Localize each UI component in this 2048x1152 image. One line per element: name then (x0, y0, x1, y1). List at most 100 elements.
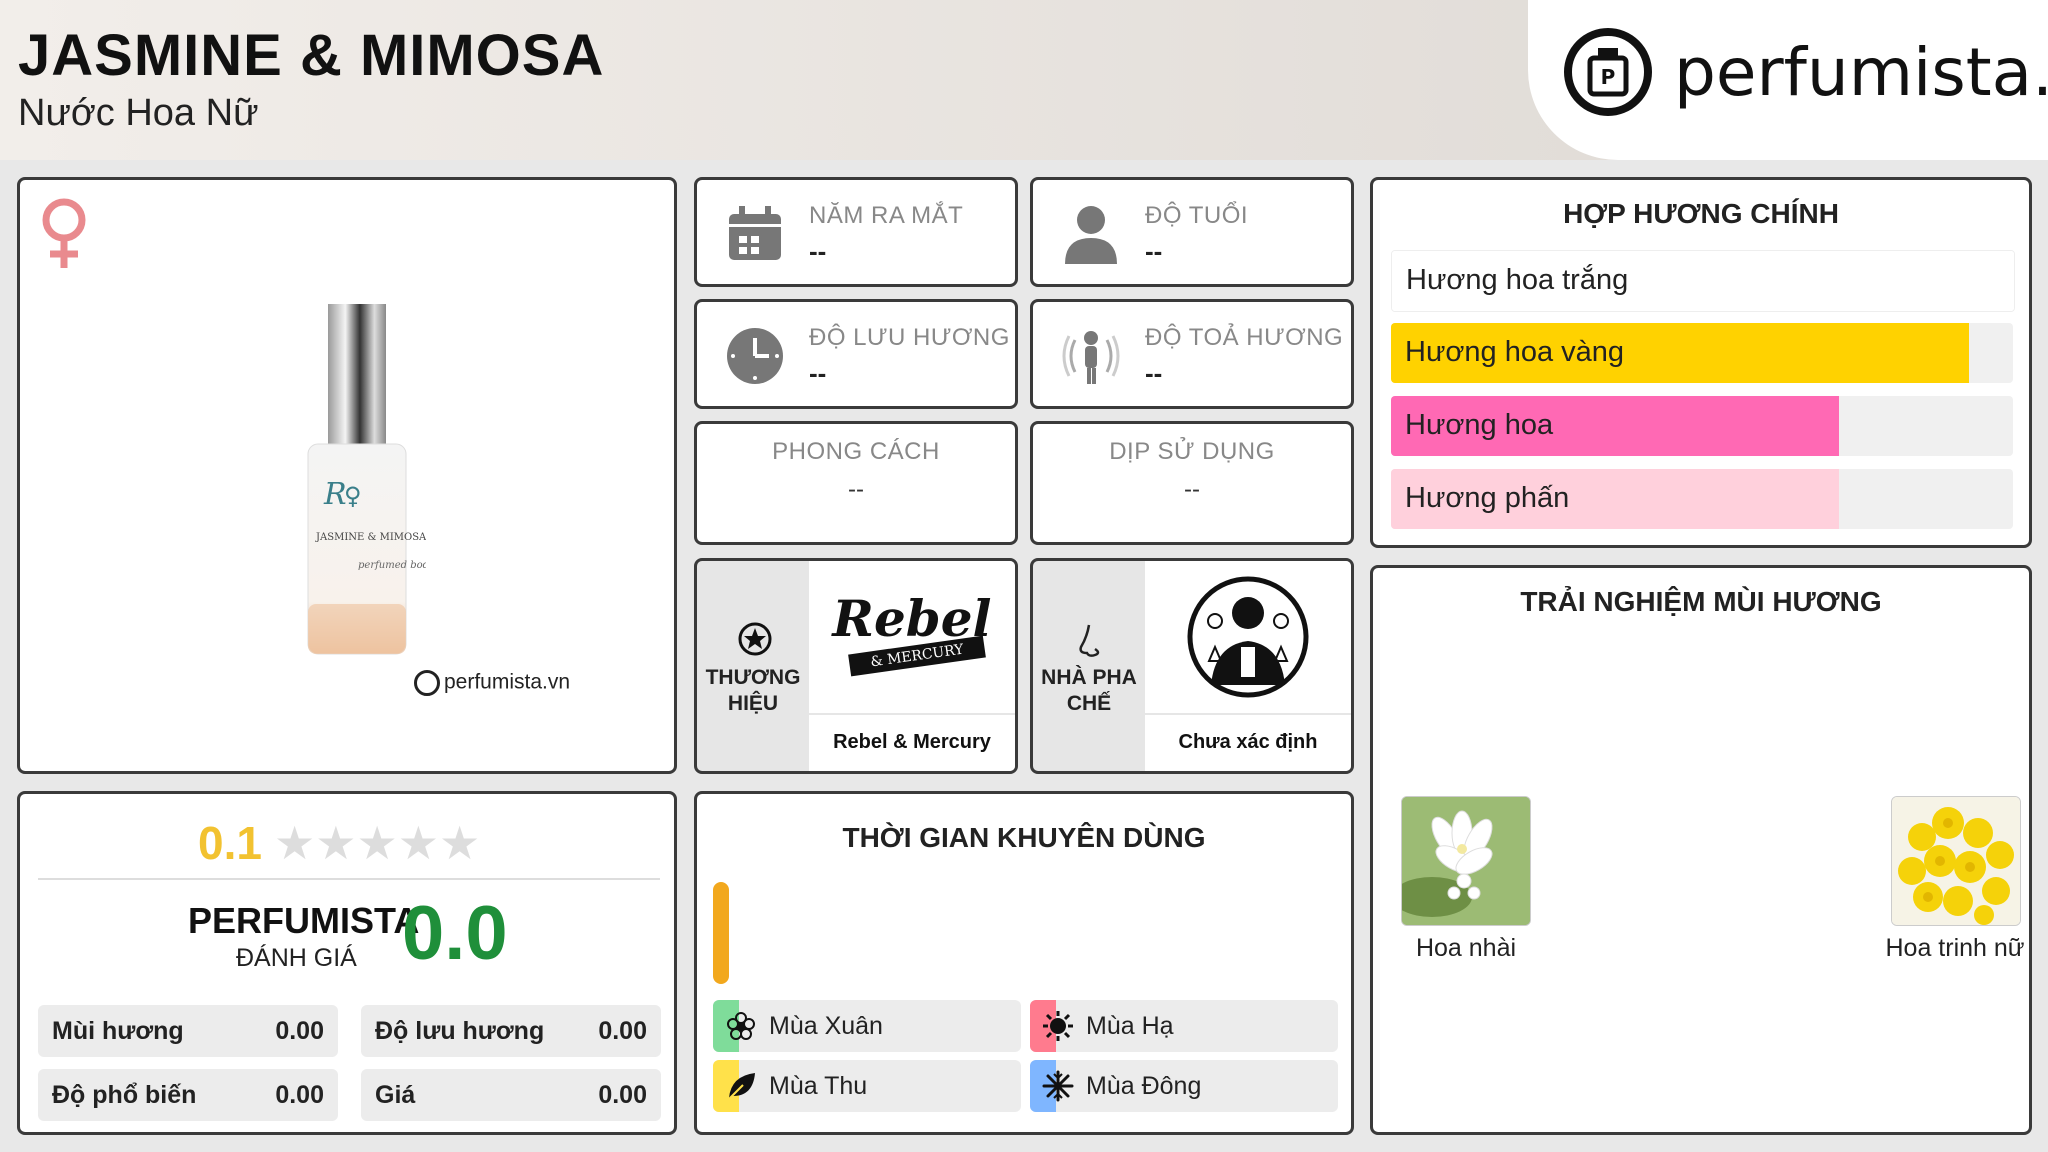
note-card-jasmine[interactable]: Hoa nhài (1401, 796, 1531, 963)
female-symbol-icon (34, 194, 94, 279)
page-header: JASMINE & MIMOSA Nước Hoa Nữ P perfumist… (0, 0, 2048, 160)
brand-name: Rebel & Mercury (809, 715, 1015, 771)
accord-row: Hương hoa trắng (1391, 250, 2015, 312)
rating-item-popularity: Độ phổ biến 0.00 (38, 1069, 338, 1121)
rating-item-price: Giá 0.00 (361, 1069, 661, 1121)
perfumista-label: PERFUMISTA (188, 900, 420, 941)
leaf-icon (725, 1070, 757, 1102)
season-label: Mùa Đông (1086, 1072, 1202, 1100)
radiating-person-icon (1059, 324, 1123, 393)
release-year-label: NĂM RA MẮT (809, 202, 964, 229)
longevity-card: ĐỘ LƯU HƯƠNG -- (694, 299, 1018, 409)
age-card: ĐỘ TUỔI -- (1030, 177, 1354, 287)
age-label: ĐỘ TUỔI (1145, 202, 1249, 229)
accord-label: Hương hoa trắng (1406, 264, 1629, 296)
perfume-subtitle: Nước Hoa Nữ (18, 92, 259, 134)
occasion-card: DỊP SỬ DỤNG -- (1030, 421, 1354, 545)
brand-logo-script: Rebel (832, 589, 992, 648)
rating-item-label: Mùi hương (52, 1017, 184, 1045)
perfumer-label-line1: NHÀ PHA (1041, 666, 1137, 689)
sillage-label: ĐỘ TOẢ HƯƠNG (1145, 324, 1344, 351)
season-winter: Mùa Đông (1030, 1060, 1338, 1112)
star-icon[interactable]: ★ (357, 820, 398, 866)
time-bar (713, 882, 729, 984)
accord-row: Hương phấn (1391, 469, 2013, 529)
brand-logo-image: Rebel & MERCURY (809, 561, 1015, 713)
scent-experience-card: TRẢI NGHIỆM MÙI HƯƠNG Hoa nhài Hoa trinh… (1370, 565, 2032, 1135)
star-rating[interactable]: ★★★★★ (274, 820, 480, 866)
star-icon[interactable]: ★ (398, 820, 439, 866)
season-label: Mùa Xuân (769, 1012, 883, 1040)
brand-label-line1: THƯƠNG (705, 666, 801, 689)
review-label: ĐÁNH GIÁ (236, 944, 357, 972)
flower-icon (725, 1010, 757, 1042)
season-label: Mùa Thu (769, 1072, 868, 1100)
perfumer-label-line2: CHẾ (1066, 692, 1112, 715)
release-year-card: NĂM RA MẮT -- (694, 177, 1018, 287)
perfume-title: JASMINE & MIMOSA (18, 23, 605, 88)
season-spring: Mùa Xuân (713, 1000, 1021, 1052)
season-label: Mùa Hạ (1086, 1012, 1174, 1040)
sillage-card: ĐỘ TOẢ HƯƠNG -- (1030, 299, 1354, 409)
release-year-value: -- (809, 236, 827, 266)
rating-card: 0.1 ★★★★★ PERFUMISTA ĐÁNH GIÁ 0.0 Mùi hư… (17, 791, 677, 1135)
bottle-label: JASMINE & MIMOSA (315, 532, 426, 543)
rating-item-value: 0.00 (275, 1081, 324, 1109)
sun-icon (1042, 1010, 1074, 1042)
clock-icon (725, 326, 785, 391)
rating-item-label: Giá (375, 1081, 416, 1109)
note-label: Hoa nhài (1415, 934, 1517, 962)
accord-label: Hương hoa (1405, 409, 1554, 441)
perfumista-score: 0.0 (402, 891, 508, 976)
note-card-mimosa[interactable]: Hoa trinh nữ (1885, 796, 2025, 963)
perfumer-card[interactable]: NHÀ PHA CHẾ Chưa xác định (1030, 558, 1354, 774)
longevity-label: ĐỘ LƯU HƯƠNG (809, 324, 1010, 351)
accord-label: Hương phấn (1405, 482, 1570, 514)
accord-label: Hương hoa vàng (1405, 336, 1625, 368)
nose-icon (1073, 621, 1109, 666)
svg-text:♀: ♀ (344, 482, 362, 510)
person-icon (1061, 202, 1121, 271)
star-icon[interactable]: ★ (315, 820, 356, 866)
sillage-value: -- (1145, 358, 1163, 388)
product-image-card: R ♀ JASMINE & MIMOSA perfumed body perfu… (17, 177, 677, 774)
accords-title: HỢP HƯƠNG CHÍNH (1563, 198, 1839, 229)
occasion-label: DỊP SỬ DỤNG (1109, 438, 1275, 465)
perfume-bottle-logo-icon (414, 670, 440, 696)
bottle-sublabel: perfumed body (358, 560, 426, 571)
note-label: Hoa trinh nữ (1885, 934, 2025, 962)
svg-text:P: P (1601, 65, 1616, 89)
watermark-text: perfumista.vn (444, 670, 571, 694)
rating-item-scent: Mùi hương 0.00 (38, 1005, 338, 1057)
rating-item-value: 0.00 (598, 1081, 647, 1109)
rating-item-longevity: Độ lưu hương 0.00 (361, 1005, 661, 1057)
star-icon[interactable]: ★ (439, 820, 480, 866)
age-value: -- (1145, 236, 1163, 266)
rating-item-value: 0.00 (598, 1017, 647, 1045)
star-icon[interactable]: ★ (274, 820, 315, 866)
rating-item-label: Độ phổ biến (52, 1081, 197, 1109)
brand-logo[interactable]: P perfumista.vn (1528, 0, 2048, 160)
star-badge-icon (737, 621, 773, 662)
jasmine-flower-image (1401, 796, 1531, 926)
style-value: -- (848, 476, 864, 503)
season-autumn: Mùa Thu (713, 1060, 1021, 1112)
logo-text: perfumista.vn (1674, 34, 2048, 111)
perfumer-image (1145, 561, 1351, 713)
brand-card[interactable]: THƯƠNG HIỆU Rebel & MERCURY Rebel & Merc… (694, 558, 1018, 774)
rating-item-label: Độ lưu hương (375, 1017, 545, 1045)
main-accords-card: HỢP HƯƠNG CHÍNH Hương hoa trắng Hương hoa… (1370, 177, 2032, 548)
rating-item-value: 0.00 (275, 1017, 324, 1045)
accord-row: Hương hoa vàng (1391, 323, 2013, 383)
occasion-value: -- (1184, 476, 1200, 503)
longevity-value: -- (809, 358, 827, 388)
perfumer-label: NHÀ PHA CHẾ (1033, 665, 1145, 717)
user-rating-score: 0.1 (198, 817, 262, 869)
accord-row: Hương hoa (1391, 396, 2013, 456)
perfumer-name: Chưa xác định (1145, 715, 1351, 771)
season-summer: Mùa Hạ (1030, 1000, 1338, 1052)
divider (38, 878, 660, 880)
perfumer-illustration-icon (1187, 576, 1309, 698)
brand-label-line2: HIỆU (727, 692, 779, 715)
product-bottle-image: R ♀ JASMINE & MIMOSA perfumed body (288, 304, 435, 664)
